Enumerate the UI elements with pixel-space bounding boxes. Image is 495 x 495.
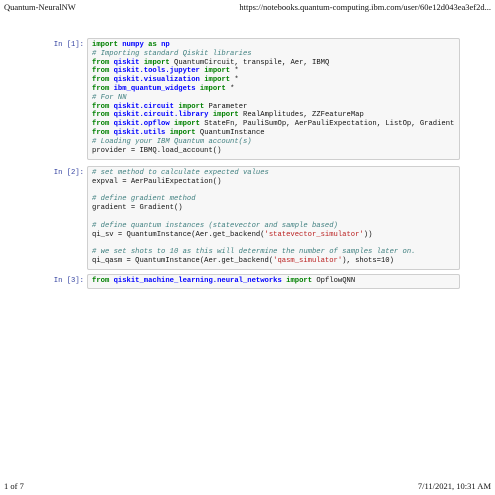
- print-header: Quantum-NeuralNW https://notebooks.quant…: [4, 2, 491, 14]
- cell-prompt: In [1]:: [53, 41, 84, 49]
- code-token: ), shots=10): [342, 256, 394, 265]
- cell-prompt: In [2]:: [53, 169, 84, 177]
- code-token: import: [178, 102, 205, 111]
- code-token: # define quantum instances (statevector …: [92, 221, 338, 230]
- code-token: QuantumInstance: [195, 128, 265, 137]
- code-token: qi_qasm = QuantumInstance(Aer.get_backen…: [92, 256, 274, 265]
- page-number: 1 of 7: [4, 481, 24, 491]
- code-input-area[interactable]: import numpy as np # Importing standard …: [87, 38, 460, 160]
- code-token: qiskit.circuit: [113, 102, 174, 111]
- code-token: qiskit: [113, 58, 140, 67]
- code-token: # set method to calculate expected value…: [92, 169, 269, 177]
- code-text[interactable]: from qiskit_machine_learning.neural_netw…: [92, 277, 455, 286]
- code-token: 'statevector_simulator': [264, 230, 364, 239]
- code-token: import: [174, 120, 200, 129]
- code-token: from: [92, 58, 110, 67]
- code-token: StateFn, PauliSumOp, AerPauliExpectation…: [199, 120, 455, 129]
- code-token: ibm_quantum_widgets: [113, 84, 196, 93]
- code-token: import: [143, 58, 170, 67]
- code-token: qiskit.visualization: [113, 76, 200, 85]
- code-token: as: [148, 41, 157, 49]
- code-token: RealAmplitudes, ZZFeatureMap: [238, 111, 364, 120]
- code-token: numpy: [122, 41, 144, 49]
- code-token: gradient = Gradient(): [92, 204, 183, 213]
- code-token: # Importing standard Qiskit libraries: [92, 49, 252, 58]
- code-token: expval = AerPauliExpectation(): [92, 177, 222, 186]
- code-input-area[interactable]: from qiskit_machine_learning.neural_netw…: [87, 274, 460, 289]
- code-token: Parameter: [204, 102, 248, 111]
- code-token: qiskit.circuit.library: [113, 111, 209, 120]
- code-token: QuantumCircuit, transpile, Aer, IBMQ: [169, 58, 330, 67]
- code-token: qiskit_machine_learning.neural_networks: [113, 277, 282, 285]
- code-token: # Loading your IBM Quantum account(s): [92, 137, 252, 146]
- notebook-title: Quantum-NeuralNW: [4, 2, 76, 12]
- code-input-area[interactable]: # set method to calculate expected value…: [87, 166, 460, 270]
- code-token: from: [92, 84, 110, 93]
- code-token: *: [225, 84, 235, 93]
- print-footer: 1 of 7 7/11/2021, 10:31 AM: [4, 481, 491, 493]
- code-text[interactable]: import numpy as np # Importing standard …: [92, 41, 455, 155]
- code-token: from: [92, 128, 110, 137]
- code-token: *: [230, 67, 239, 76]
- code-token: import: [286, 277, 313, 285]
- code-token: qiskit.opflow: [113, 120, 170, 129]
- code-token: *: [230, 76, 239, 85]
- code-token: from: [92, 277, 110, 285]
- cell-prompt: In [3]:: [53, 277, 84, 285]
- code-text[interactable]: # set method to calculate expected value…: [92, 169, 455, 266]
- code-token: # define gradient method: [92, 195, 196, 204]
- code-token: from: [92, 67, 110, 76]
- code-token: import: [92, 41, 118, 49]
- code-token: OpflowQNN: [312, 277, 356, 285]
- code-token: import: [169, 128, 196, 137]
- code-token: )): [363, 230, 373, 239]
- code-token: # For NN: [92, 93, 127, 102]
- code-token: import: [204, 67, 231, 76]
- code-token: from: [92, 76, 110, 85]
- code-token: import: [212, 111, 239, 120]
- code-token: provider = IBMQ.load_account(): [92, 146, 222, 155]
- code-token: import: [204, 76, 231, 85]
- code-token: qiskit.tools.jupyter: [113, 67, 200, 76]
- code-token: 'qasm_simulator': [273, 256, 343, 265]
- code-token: # we set shots to 10 as this will determ…: [92, 248, 416, 257]
- code-token: from: [92, 111, 110, 120]
- code-token: qiskit.utils: [113, 128, 166, 137]
- code-token: from: [92, 120, 110, 129]
- code-token: from: [92, 102, 110, 111]
- notebook-url[interactable]: https://notebooks.quantum-computing.ibm.…: [239, 2, 491, 12]
- print-datetime: 7/11/2021, 10:31 AM: [417, 481, 491, 491]
- code-token: import: [199, 84, 226, 93]
- code-token: qi_sv = QuantumInstance(Aer.get_backend(: [92, 230, 265, 239]
- code-token: np: [161, 41, 170, 49]
